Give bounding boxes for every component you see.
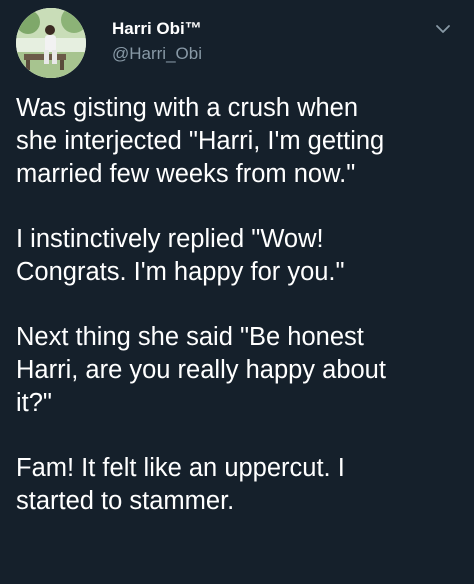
author-block[interactable]: Harri Obi™ @Harri_Obi <box>112 18 202 65</box>
tweet-text: Was gisting with a crush when she interj… <box>16 92 464 518</box>
tweet-card: Harri Obi™ @Harri_Obi Was gisting with a… <box>0 0 474 584</box>
tweet-paragraph: Was gisting with a crush when she interj… <box>16 94 385 188</box>
avatar-image <box>16 8 86 78</box>
tweet-paragraph: I instinctively replied "Wow! Congrats. … <box>16 225 345 286</box>
tweet-paragraph: Fam! It felt like an uppercut. I started… <box>16 454 345 515</box>
chevron-down-icon[interactable] <box>434 20 452 38</box>
user-handle[interactable]: @Harri_Obi <box>112 43 202 65</box>
tweet-paragraph: Next thing she said "Be honest Harri, ar… <box>16 323 386 417</box>
tweet-header: Harri Obi™ @Harri_Obi <box>14 6 460 78</box>
display-name[interactable]: Harri Obi™ <box>112 18 202 40</box>
avatar[interactable] <box>16 8 86 78</box>
